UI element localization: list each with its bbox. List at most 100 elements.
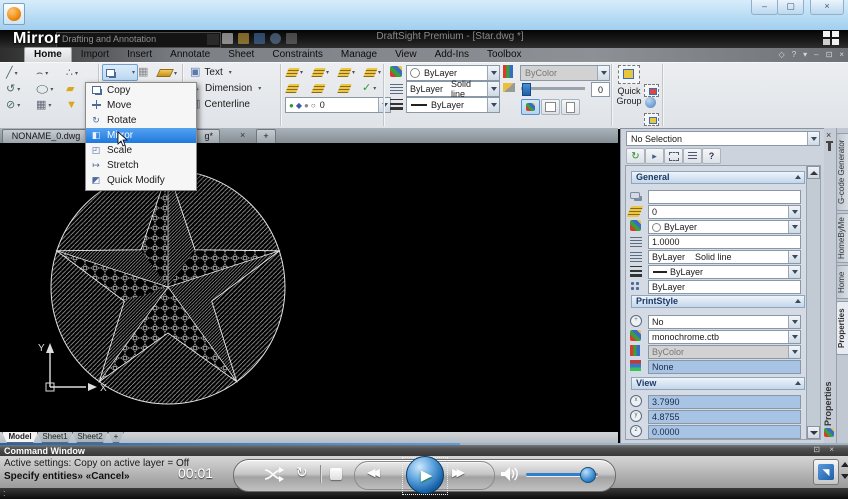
save-file-icon[interactable] [254,33,265,44]
restore-icon[interactable]: ⊡ [826,50,833,59]
circle-tool[interactable]: ⊘▾ [6,98,20,112]
minimize-button[interactable]: – [751,0,778,15]
tab-insert[interactable]: Insert [118,48,161,62]
centerline-tool[interactable]: ▥ Centerline [190,97,250,111]
page-button[interactable] [561,99,580,115]
menu-item-rotate[interactable]: ↻ Rotate [86,113,196,128]
scroll-up-button[interactable] [807,166,820,179]
menu-item-move[interactable]: Move [86,98,196,113]
palette-select-group-button[interactable] [664,148,683,164]
layer-field[interactable]: 0 [648,205,801,219]
ungroup-icon[interactable] [644,113,659,126]
scroll-up-mini-icon[interactable] [841,462,848,467]
point-tool[interactable]: ∴▾ [66,66,78,80]
layer-states-tool[interactable]: ▾ [313,65,329,79]
new-file-icon[interactable] [222,33,233,44]
shuffle-icon[interactable] [264,467,284,482]
options-chevron-icon[interactable]: ▾ [803,50,807,59]
tab-annotate[interactable]: Annotate [161,48,219,62]
palette-list-button[interactable] [683,148,702,164]
doc-tab-close-icon[interactable]: × [240,130,245,140]
fast-forward-button[interactable]: ▶▶ [452,466,461,479]
vtab-homebyme[interactable]: HomeByMe [836,213,848,263]
tab-addins[interactable]: Add-Ins [426,48,478,62]
section-view[interactable]: View [631,377,805,390]
vtab-gcode-generator[interactable]: G-code Generator [836,133,848,211]
tab-manage[interactable]: Manage [332,48,386,62]
lineweight-field[interactable]: ByLayer [648,265,801,279]
open-file-icon[interactable] [238,33,249,44]
tab-constraints[interactable]: Constraints [263,48,332,62]
palette-refresh-button[interactable]: ↻ [626,148,645,164]
layout-grid-icon[interactable] [819,31,841,47]
view-y-field[interactable]: 4.8755 [648,410,801,424]
menu-item-copy[interactable]: Copy [86,83,196,98]
new-doc-tab-button[interactable]: + [256,129,276,144]
video-progress-bar[interactable] [0,443,460,445]
tab-view[interactable]: View [386,48,426,62]
extra-field[interactable]: ByLayer [648,280,801,294]
player-launcher-button[interactable] [3,3,25,25]
volume-icon[interactable] [500,466,519,482]
redo-icon[interactable] [286,33,297,44]
doc-tab-noname[interactable]: NONAME_0.dwg [2,129,90,144]
edit-group-icon[interactable] [644,84,659,97]
menu-item-stretch[interactable]: ↦ Stretch [86,158,196,173]
cmd-close-icon[interactable]: × [829,445,834,454]
delete-tool[interactable]: ▾ [158,66,177,80]
menu-item-scale[interactable]: ◰ Scale [86,143,196,158]
layer-manager-tool[interactable]: ▾ [287,65,303,79]
scroll-down-mini-icon[interactable] [841,474,848,479]
layer-check-tool[interactable]: ✓▾ [362,81,376,95]
pattern-tool[interactable]: ▦ [138,65,148,79]
section-general[interactable]: General [631,171,805,184]
pin-icon[interactable] [828,143,831,151]
sheet-tab-sheet1[interactable]: Sheet1 [37,432,73,443]
wedge-tool[interactable]: ▼ [66,98,77,112]
view-x-field[interactable]: 3.7990 [648,395,801,409]
printstyle-table-field[interactable]: monochrome.ctb [648,330,801,344]
maximize-button[interactable]: ▢ [777,0,804,15]
selection-combo[interactable]: No Selection [626,131,820,146]
layer-activate-tool[interactable] [287,81,298,95]
dimension-tool[interactable]: ↔ Dimension ▾ [190,81,261,95]
fullscreen-button[interactable]: ◥ [813,459,839,485]
layer-hide-tool[interactable] [339,81,350,95]
play-button[interactable]: ▶ [406,456,444,494]
color-field[interactable]: ByLayer [648,220,801,234]
section-printstyle[interactable]: PrintStyle [631,295,805,308]
palette-help-button[interactable]: ? [702,148,721,164]
view-z-field[interactable]: 0.0000 [648,425,801,439]
style-icon[interactable]: ◇ [779,50,785,59]
undo-icon[interactable] [270,33,281,44]
volume-slider-knob[interactable] [580,467,596,483]
layer-isolate-tool[interactable] [313,81,324,95]
layer-combo[interactable]: ● ◆ ● ○ 0 [285,97,391,113]
sheet-tab-sheet2[interactable]: Sheet2 [72,432,108,443]
revcloud-tool[interactable]: ↺▾ [6,82,20,96]
match-properties-button[interactable] [521,99,540,115]
printstyle-field[interactable]: No [648,315,801,329]
scroll-down-button[interactable] [807,426,820,439]
tab-toolbox[interactable]: Toolbox [478,48,530,62]
transparency-slider-knob[interactable] [522,83,531,96]
menu-item-mirror[interactable]: ◧ Mirror [86,128,196,143]
arc-tool[interactable]: ⌢▾ [36,66,48,80]
minimize-ribbon-icon[interactable]: – [814,50,818,59]
tab-sheet[interactable]: Sheet [219,48,263,62]
command-window-header[interactable]: Command Window ⊡ × [0,443,848,456]
text-tool[interactable]: ▣ Text ▾ [190,65,232,79]
layer-preview-tool[interactable]: ▾ [339,65,355,79]
tab-home[interactable]: Home [24,47,72,62]
vtab-properties[interactable]: Properties [836,301,848,355]
copy-split-button[interactable]: ▾ [102,64,138,81]
palette-scrollbar[interactable] [806,165,821,440]
workspace-selector[interactable]: Drafting and Annotation [56,32,221,48]
linestyle-combo[interactable]: ByLayer Solid line [406,81,500,97]
palette-select-button[interactable]: ▸ [645,148,664,164]
close-button[interactable]: × [810,0,844,15]
cmd-restore-icon[interactable]: ⊡ [813,445,820,454]
line-tool[interactable]: ╱▾ [6,66,18,80]
ellipse-tool[interactable]: ◯▾ [36,82,53,96]
tab-import[interactable]: Import [72,48,118,62]
